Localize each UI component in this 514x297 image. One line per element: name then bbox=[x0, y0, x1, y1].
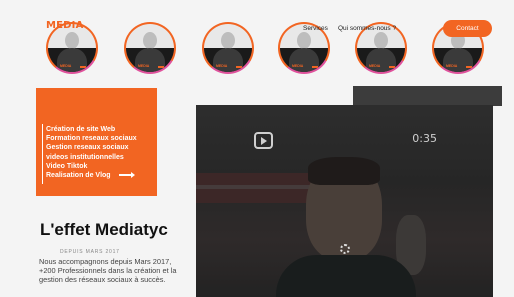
nav-about[interactable]: Qui sommes-nous ? bbox=[338, 25, 396, 32]
service-item[interactable]: videos institutionnelles bbox=[46, 153, 137, 162]
contact-button[interactable]: Contact bbox=[443, 20, 492, 37]
header: MEDIA Services Qui sommes-nous ? Contact… bbox=[0, 0, 514, 95]
avatar-logo-icon: MEDIA bbox=[60, 64, 72, 68]
video-player[interactable]: 0:35 bbox=[196, 105, 493, 297]
services-list: Création de site Web Formation reseaux s… bbox=[46, 125, 137, 180]
avatar-logo-icon: MEDIA bbox=[216, 64, 228, 68]
service-item[interactable]: Gestion reseaux sociaux bbox=[46, 143, 137, 152]
arrow-icon bbox=[236, 66, 242, 68]
service-item[interactable]: Création de site Web bbox=[46, 125, 137, 134]
divider bbox=[42, 124, 43, 184]
avatar-logo-icon: MEDIA bbox=[138, 64, 150, 68]
video-top-bar bbox=[353, 86, 502, 106]
avatar-logo-icon: MEDIA bbox=[292, 64, 304, 68]
arrow-icon bbox=[158, 66, 164, 68]
services-panel: Création de site Web Formation reseaux s… bbox=[36, 88, 157, 196]
arrow-icon bbox=[466, 66, 472, 68]
service-item[interactable]: Formation reseaux sociaux bbox=[46, 134, 137, 143]
reel-icon bbox=[254, 132, 273, 149]
service-item-last[interactable]: Realisation de Vlog bbox=[46, 171, 137, 180]
nav-services[interactable]: Services bbox=[303, 25, 328, 32]
spinner-icon bbox=[340, 244, 350, 254]
service-item[interactable]: Realisation de Vlog bbox=[46, 172, 111, 179]
service-item[interactable]: Video Tiktok bbox=[46, 162, 137, 171]
about-description: Nous accompagnons depuis Mars 2017, +200… bbox=[39, 257, 177, 284]
team-avatar[interactable]: MEDIA bbox=[124, 22, 176, 74]
avatar-logo-icon: MEDIA bbox=[369, 64, 381, 68]
arrow-right-icon[interactable] bbox=[118, 172, 135, 179]
section-heading: L'effet Mediatyc bbox=[40, 220, 168, 239]
arrow-icon bbox=[312, 66, 318, 68]
since-label: DEPUIS MARS 2017 bbox=[60, 249, 120, 255]
video-duration: 0:35 bbox=[412, 132, 437, 145]
team-avatar[interactable]: MEDIA bbox=[202, 22, 254, 74]
logo[interactable]: MEDIA bbox=[46, 20, 84, 31]
avatar-logo-icon: MEDIA bbox=[446, 64, 458, 68]
arrow-icon bbox=[389, 66, 395, 68]
arrow-icon bbox=[80, 66, 86, 68]
main-nav: Services Qui sommes-nous ? bbox=[303, 25, 396, 32]
